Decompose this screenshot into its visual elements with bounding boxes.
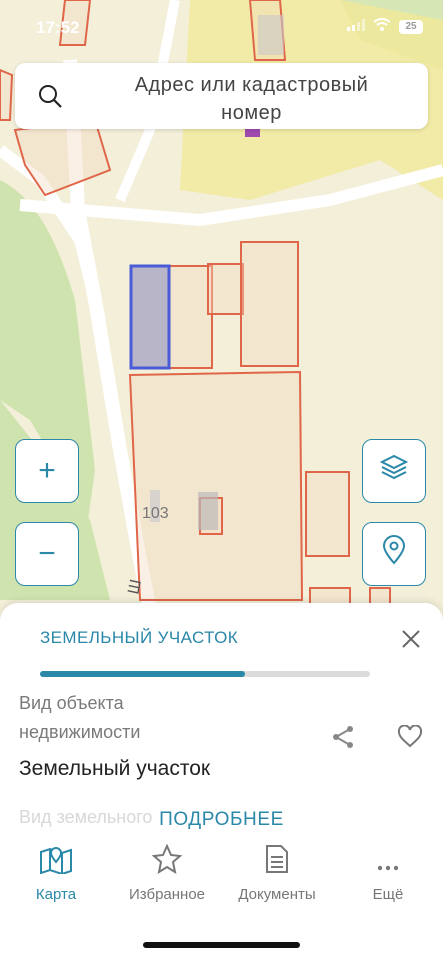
tab-more[interactable]: Ещё [333, 838, 443, 903]
field-label-object-type: Вид объекта недвижимости [19, 693, 141, 742]
tab-documents[interactable]: Документы [222, 838, 332, 903]
signal-icon [347, 18, 365, 36]
heart-icon[interactable] [397, 724, 423, 754]
tab-map[interactable]: Карта [1, 838, 111, 903]
star-icon [112, 838, 222, 874]
progress-track [40, 671, 370, 677]
layers-button[interactable] [362, 439, 426, 503]
zoom-out-button[interactable]: − [15, 522, 79, 586]
map-icon [1, 838, 111, 874]
search-bar[interactable]: Адрес или кадастровый номер [15, 63, 428, 129]
status-bar: 17:52 25 [0, 0, 443, 56]
more-icon [333, 838, 443, 874]
sheet-title: ЗЕМЕЛЬНЫЙ УЧАСТОК [40, 628, 239, 647]
more-details-button[interactable]: ПОДРОБНЕЕ [0, 809, 443, 831]
status-time: 17:52 [36, 18, 80, 37]
tab-favorites[interactable]: Избранное [112, 838, 222, 903]
tab-more-label: Ещё [372, 886, 404, 903]
tab-documents-label: Документы [238, 886, 316, 903]
location-pin-icon [381, 535, 407, 573]
parcel-number-label: 103 [142, 505, 169, 522]
search-icon [37, 83, 63, 114]
close-icon[interactable] [401, 629, 421, 654]
tab-favorites-label: Избранное [128, 886, 206, 903]
my-location-button[interactable] [362, 522, 426, 586]
share-icon[interactable] [331, 725, 355, 754]
home-indicator [143, 942, 300, 948]
wifi-icon [373, 18, 391, 36]
document-icon [222, 838, 332, 874]
tab-map-label: Карта [35, 886, 77, 903]
battery-icon: 25 [399, 20, 423, 34]
search-input[interactable]: Адрес или кадастровый номер [105, 71, 398, 127]
progress-fill [40, 671, 245, 677]
field-value-object-type: Земельный участок [19, 757, 211, 780]
zoom-in-button[interactable]: + [15, 439, 79, 503]
tab-bar: Карта Избранное Документы Ещё [0, 838, 443, 918]
layers-icon [379, 452, 409, 490]
